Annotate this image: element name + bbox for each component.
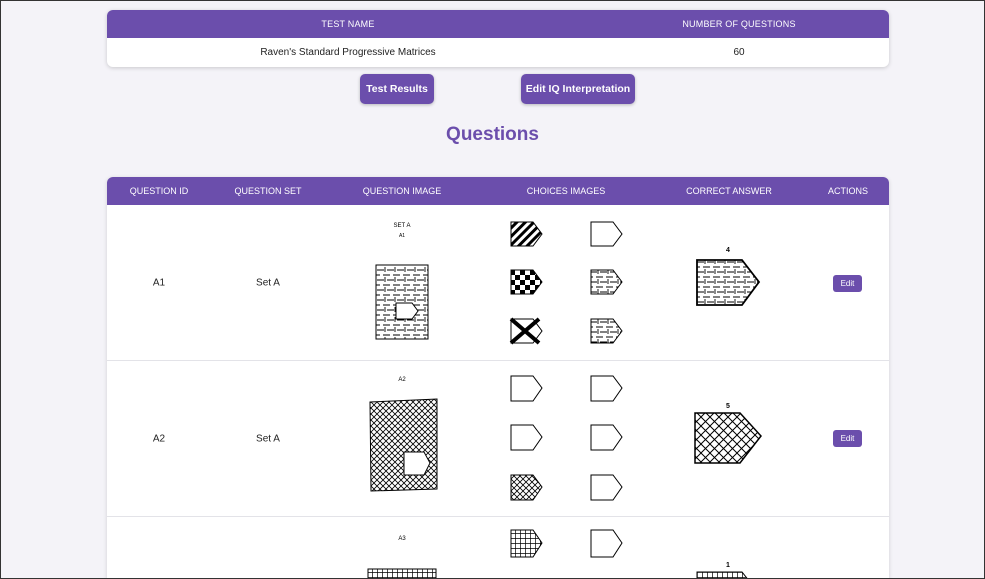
test-info-table: TEST NAME NUMBER OF QUESTIONS Raven's St… bbox=[107, 10, 889, 67]
correct-answer-image: 5 bbox=[694, 403, 762, 464]
edit-button[interactable]: Edit bbox=[833, 275, 862, 292]
correct-answer-image: 1 bbox=[696, 562, 749, 579]
header-actions: ACTIONS bbox=[827, 186, 869, 196]
test-results-button[interactable]: Test Results bbox=[360, 74, 434, 104]
table-row: A1 Set A SET A A1 4 Edit bbox=[107, 205, 889, 361]
question-image-subcaption: A1 bbox=[399, 233, 405, 239]
header-question-id: QUESTION ID bbox=[129, 186, 189, 196]
choices-images bbox=[510, 375, 623, 501]
questions-table: QUESTION ID QUESTION SET QUESTION IMAGE … bbox=[107, 177, 889, 579]
question-set-cell: Set A bbox=[256, 277, 280, 289]
header-test-name: TEST NAME bbox=[321, 19, 375, 29]
question-set-cell: Set A bbox=[256, 433, 280, 445]
question-image-caption: A3 bbox=[398, 536, 406, 542]
question-image: SET A A1 bbox=[375, 223, 429, 340]
header-question-image: QUESTION IMAGE bbox=[362, 186, 442, 196]
section-title: Questions bbox=[446, 124, 539, 145]
question-image-caption: A2 bbox=[398, 377, 406, 383]
correct-answer-image: 4 bbox=[696, 247, 761, 306]
edit-iq-interpretation-button[interactable]: Edit IQ Interpretation bbox=[521, 74, 635, 104]
header-correct-answer: CORRECT ANSWER bbox=[686, 186, 772, 196]
correct-answer-number: 5 bbox=[726, 403, 730, 410]
edit-button[interactable]: Edit bbox=[833, 430, 862, 447]
header-choices-images: CHOICES IMAGES bbox=[526, 186, 606, 196]
correct-answer-number: 4 bbox=[726, 247, 730, 254]
choices-images bbox=[510, 529, 623, 558]
question-id-cell: A1 bbox=[152, 277, 166, 289]
table-row: A3 1 bbox=[107, 517, 889, 579]
correct-answer-number: 1 bbox=[726, 562, 730, 569]
choices-images bbox=[509, 221, 623, 345]
question-image-caption: SET A bbox=[394, 223, 411, 229]
question-id-cell: A2 bbox=[152, 433, 166, 445]
test-info-row: Raven's Standard Progressive Matrices 60 bbox=[107, 38, 889, 67]
test-info-header: TEST NAME NUMBER OF QUESTIONS bbox=[107, 10, 889, 38]
table-row: A2 Set A A2 5 Edit bbox=[107, 361, 889, 517]
question-image: A3 bbox=[367, 536, 437, 579]
header-number-of-questions: NUMBER OF QUESTIONS bbox=[682, 19, 796, 29]
questions-table-header: QUESTION ID QUESTION SET QUESTION IMAGE … bbox=[107, 177, 889, 205]
question-image: A2 bbox=[369, 377, 438, 492]
test-name-cell: Raven's Standard Progressive Matrices bbox=[260, 47, 436, 58]
header-question-set: QUESTION SET bbox=[234, 186, 302, 196]
question-count-cell: 60 bbox=[733, 47, 745, 58]
